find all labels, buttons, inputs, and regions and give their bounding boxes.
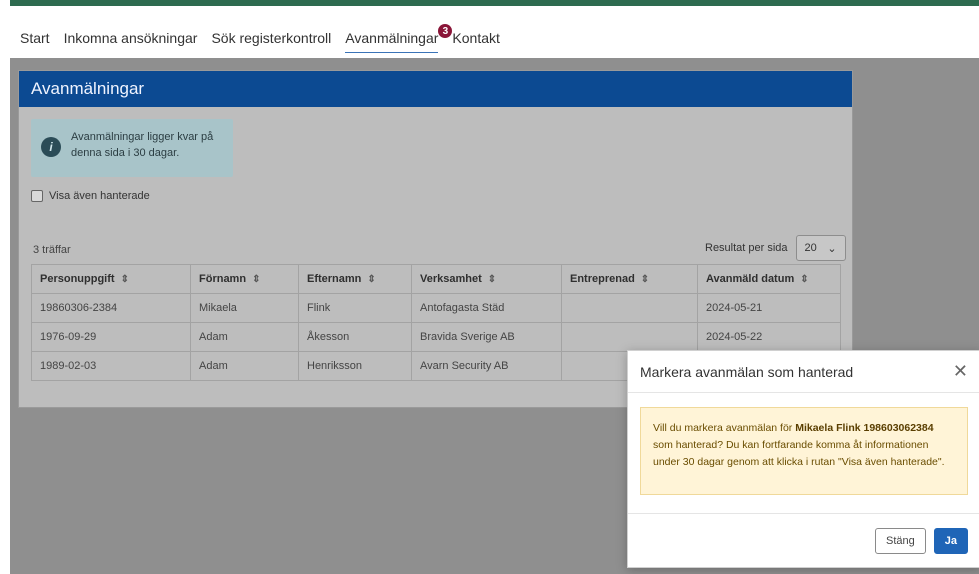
info-icon: i (41, 137, 61, 157)
cell-fornamn: Mikaela (190, 293, 299, 323)
main-nav: Start Inkomna ansökningar Sök registerko… (20, 24, 500, 53)
nav-inkomna-ansokningar[interactable]: Inkomna ansökningar (64, 30, 198, 53)
cell-verksamhet: Antofagasta Städ (411, 293, 562, 323)
col-fornamn-label: Förnamn (199, 273, 247, 285)
card-header: Avanmälningar (19, 71, 852, 107)
cell-fornamn: Adam (190, 351, 299, 381)
cell-avanmald-datum: 2024-05-21 (697, 293, 841, 323)
results-per-page-label: Resultat per sida (705, 242, 788, 254)
col-entreprenad[interactable]: Entreprenad ⇕ (561, 264, 698, 294)
nav-count-badge: 3 (438, 24, 453, 38)
result-count: 3 träffar (33, 244, 71, 256)
nav-kontakt-label: Kontakt (452, 30, 500, 46)
cell-personuppgift: 1976-09-29 (31, 322, 191, 352)
confirm-message-person: Mikaela Flink 198603062384 (795, 422, 934, 434)
chevron-down-icon: ⌄ (827, 242, 837, 255)
sort-icon: ⇕ (640, 274, 650, 285)
nav-avanmalningar-label: Avanmälningar (345, 30, 439, 46)
results-per-page-select[interactable]: 20 ⌄ (795, 235, 846, 261)
table-header-row: Personuppgift ⇕ Förnamn ⇕ Efternamn ⇕ Verks… (31, 264, 841, 294)
top-accent-bar (10, 0, 979, 6)
col-fornamn[interactable]: Förnamn ⇕ (190, 264, 299, 294)
cell-personuppgift: 1989-02-03 (31, 351, 191, 381)
nav-sok-registerkontroll[interactable]: Sök registerkontroll (211, 30, 331, 53)
cell-entreprenad (561, 293, 698, 323)
show-handled-row[interactable]: Visa även hanterade (31, 190, 150, 202)
col-entreprenad-label: Entreprenad (570, 273, 635, 285)
col-efternamn[interactable]: Efternamn ⇕ (298, 264, 412, 294)
top-strip (0, 0, 979, 10)
modal-title: Markera avanmälan som hanterad (640, 363, 854, 380)
page-title: Avanmälningar (31, 79, 145, 98)
cell-fornamn: Adam (190, 322, 299, 352)
confirm-message: Vill du markera avanmälan för Mikaela Fl… (640, 407, 968, 495)
results-per-page: Resultat per sida 20 ⌄ (705, 235, 846, 261)
col-personuppgift-label: Personuppgift (40, 273, 115, 285)
cell-avanmald-datum: 2024-05-22 (697, 322, 841, 352)
confirm-message-post: som hanterad? Du kan fortfarande komma å… (653, 439, 945, 468)
info-text-line2: denna sida i 30 dagar. (71, 147, 180, 159)
info-text-line1: Avanmälningar ligger kvar på (71, 131, 214, 143)
col-efternamn-label: Efternamn (307, 273, 362, 285)
cell-efternamn: Flink (298, 293, 412, 323)
info-text: Avanmälningar ligger kvar på denna sida … (71, 129, 213, 161)
cell-verksamhet: Bravida Sverige AB (411, 322, 562, 352)
nav-inkomna-label: Inkomna ansökningar (63, 30, 198, 46)
navbar: Start Inkomna ansökningar Sök registerko… (10, 14, 979, 58)
nav-avanmalningar[interactable]: Avanmälningar 3 (345, 24, 453, 53)
col-verksamhet[interactable]: Verksamhet ⇕ (411, 264, 562, 294)
cell-personuppgift: 19860306-2384 (31, 293, 191, 323)
confirm-button[interactable]: Ja (933, 527, 968, 554)
cell-efternamn: Henriksson (298, 351, 412, 381)
show-handled-checkbox[interactable] (31, 190, 43, 202)
cell-efternamn: Åkesson (298, 322, 412, 352)
results-per-page-value: 20 (804, 242, 817, 254)
modal-header: Markera avanmälan som hanterad ✕ (628, 351, 979, 393)
col-avanmald-datum-label: Avanmäld datum (706, 273, 795, 285)
sort-icon: ⇕ (800, 274, 809, 285)
cell-verksamhet: Avarn Security AB (411, 351, 562, 381)
col-personuppgift[interactable]: Personuppgift ⇕ (31, 264, 191, 294)
confirm-modal: Markera avanmälan som hanterad ✕ Vill du… (627, 350, 979, 568)
nav-sok-label: Sök registerkontroll (211, 30, 332, 46)
nav-start[interactable]: Start (20, 30, 50, 53)
modal-footer: Stäng Ja (628, 513, 979, 567)
col-avanmald-datum[interactable]: Avanmäld datum ⇕ (697, 264, 841, 294)
sort-icon: ⇕ (252, 274, 261, 285)
col-verksamhet-label: Verksamhet (420, 273, 482, 285)
show-handled-label[interactable]: Visa även hanterade (49, 190, 150, 202)
sort-icon: ⇕ (487, 274, 497, 285)
sort-icon: ⇕ (120, 274, 129, 285)
modal-body: Vill du markera avanmälan för Mikaela Fl… (640, 407, 968, 495)
nav-start-label: Start (20, 30, 50, 46)
cell-entreprenad (561, 322, 698, 352)
info-alert: i Avanmälningar ligger kvar på denna sid… (31, 119, 233, 177)
close-icon[interactable]: ✕ (953, 361, 968, 382)
confirm-message-pre: Vill du markera avanmälan för (653, 422, 793, 434)
table-row[interactable]: 1976-09-29 Adam Åkesson Bravida Sverige … (31, 322, 841, 352)
table-row[interactable]: 19860306-2384 Mikaela Flink Antofagasta … (31, 293, 841, 323)
sort-icon: ⇕ (367, 274, 376, 285)
cancel-button[interactable]: Stäng (875, 527, 926, 554)
nav-kontakt[interactable]: Kontakt (452, 30, 499, 53)
